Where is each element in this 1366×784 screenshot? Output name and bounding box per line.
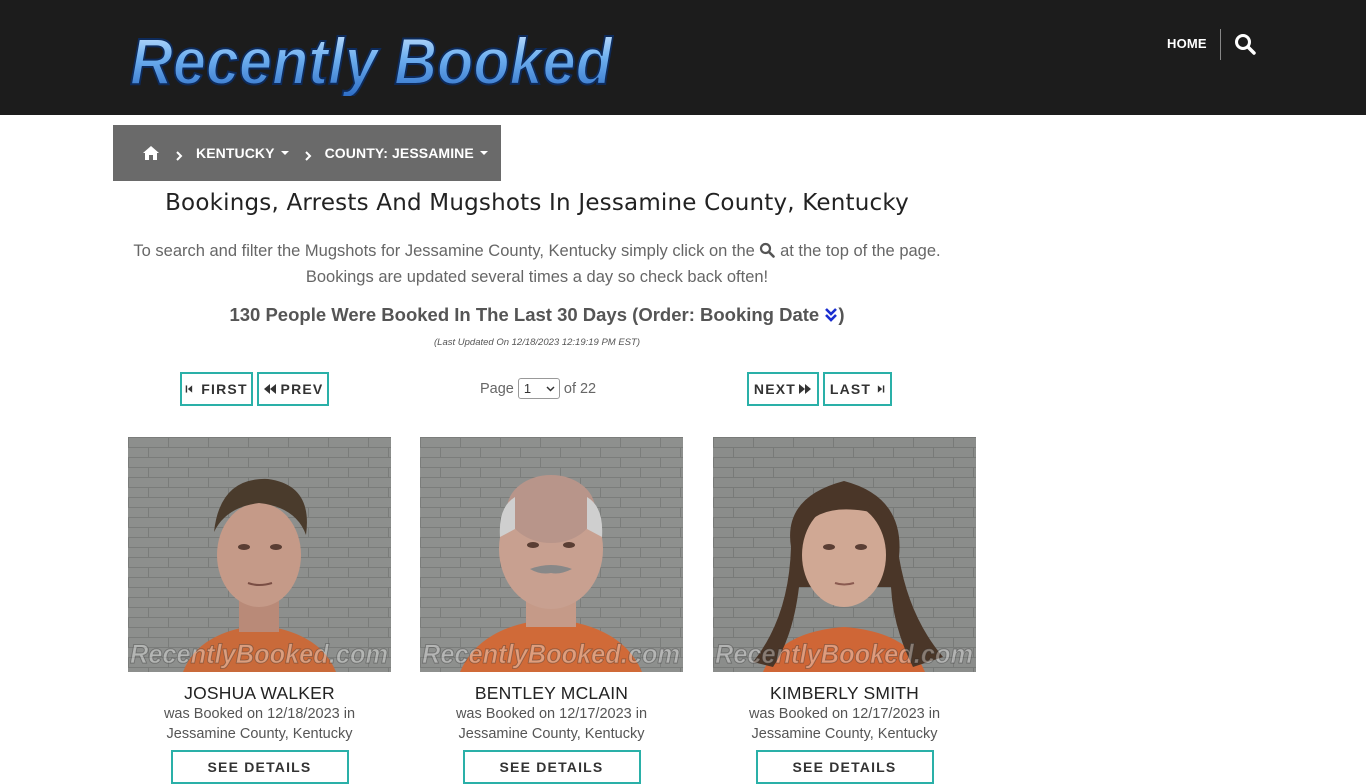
prev-page-button[interactable]: PREV [257, 372, 329, 406]
booking-card: RecentlyBooked.com KIMBERLY SMITH was Bo… [713, 437, 976, 784]
search-icon[interactable] [1234, 33, 1256, 55]
mugshot-image[interactable]: RecentlyBooked.com [713, 437, 976, 672]
person-name[interactable]: JOSHUA WALKER [128, 683, 391, 704]
nav-home-link[interactable]: HOME [1167, 36, 1207, 51]
booking-date-text: was Booked on 12/17/2023 in [455, 706, 648, 722]
nav-divider [1220, 29, 1221, 60]
booking-location-text: Jessamine County, Kentucky [751, 726, 938, 742]
first-page-button[interactable]: FIRST [180, 372, 253, 406]
mugshot-image[interactable]: RecentlyBooked.com [420, 437, 683, 672]
double-chevron-down-icon[interactable] [824, 306, 838, 322]
skip-back-icon [185, 385, 193, 393]
watermark-text: RecentlyBooked.com [715, 639, 973, 669]
booking-count-text: 130 People Were Booked In The Last 30 Da… [229, 304, 820, 325]
skip-forward-icon [878, 385, 885, 393]
booking-card: RecentlyBooked.com BENTLEY MCLAIN was Bo… [420, 437, 683, 784]
booking-count: 130 People Were Booked In The Last 30 Da… [113, 304, 961, 326]
site-logo[interactable]: Recently Booked [126, 14, 616, 96]
chevron-right-icon [174, 148, 184, 161]
person-name[interactable]: BENTLEY MCLAIN [420, 683, 683, 704]
page-select-value: 1 [523, 381, 532, 396]
booking-location-text: Jessamine County, Kentucky [458, 726, 645, 742]
last-page-button[interactable]: LAST [823, 372, 892, 406]
last-updated: (Last Updated On 12/18/2023 12:19:19 PM … [434, 337, 640, 348]
last-page-label: LAST [829, 381, 872, 397]
person-name[interactable]: KIMBERLY SMITH [713, 683, 976, 704]
breadcrumb-county-dropdown[interactable]: COUNTY: JESSAMINE [325, 145, 488, 161]
booking-location-text: Jessamine County, Kentucky [166, 726, 353, 742]
logo-text: Recently Booked [130, 24, 614, 96]
site-header: Recently Booked HOME [0, 0, 1366, 115]
page-title: Bookings, Arrests And Mugshots In Jessam… [165, 190, 909, 216]
fast-forward-icon [799, 384, 812, 394]
see-details-button[interactable]: SEE DETAILS [462, 750, 641, 784]
watermark-text: RecentlyBooked.com [422, 639, 680, 669]
page-selector: Page 1 of 22 [480, 378, 596, 399]
caret-down-icon [479, 151, 488, 155]
booking-count-close: ) [838, 304, 845, 325]
intro-text: To search and filter the Mugshots for Je… [113, 238, 961, 290]
booking-date-text: was Booked on 12/17/2023 in [748, 706, 941, 722]
next-page-button[interactable]: NEXT [747, 372, 819, 406]
intro-text-part2: at the top of the page. [780, 242, 941, 260]
page-select[interactable]: 1 [517, 378, 560, 399]
breadcrumb-state-dropdown[interactable]: KENTUCKY [196, 145, 289, 161]
prev-page-label: PREV [280, 381, 324, 397]
search-icon [759, 240, 776, 258]
caret-down-icon [280, 151, 289, 155]
chevron-right-icon [303, 148, 313, 161]
watermark-text: RecentlyBooked.com [130, 639, 388, 669]
first-page-label: FIRST [201, 381, 248, 397]
next-page-label: NEXT [753, 381, 797, 397]
page-label: Page [480, 380, 514, 397]
breadcrumb-county-label: COUNTY: JESSAMINE [324, 145, 474, 161]
intro-text-line2: Bookings are updated several times a day… [305, 268, 769, 286]
breadcrumb-state-label: KENTUCKY [196, 145, 275, 161]
booking-date-text: was Booked on 12/18/2023 in [163, 706, 356, 722]
see-details-button[interactable]: SEE DETAILS [755, 750, 934, 784]
intro-text-part1: To search and filter the Mugshots for Je… [133, 242, 755, 260]
home-icon[interactable] [142, 145, 160, 161]
see-details-button[interactable]: SEE DETAILS [170, 750, 349, 784]
breadcrumb: KENTUCKY COUNTY: JESSAMINE [113, 125, 501, 181]
rewind-icon [263, 384, 276, 394]
page-of-label: of 22 [563, 380, 597, 397]
chevron-down-icon [546, 386, 555, 392]
mugshot-image[interactable]: RecentlyBooked.com [128, 437, 391, 672]
booking-card: RecentlyBooked.com JOSHUA WALKER was Boo… [128, 437, 391, 784]
